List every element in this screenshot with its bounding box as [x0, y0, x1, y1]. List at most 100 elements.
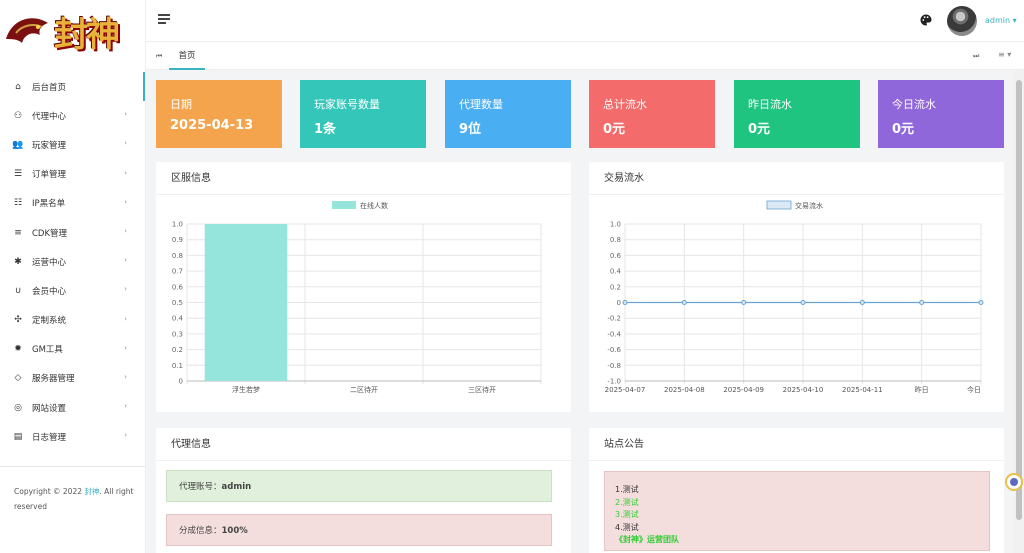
- order-list-icon: ☰: [13, 169, 23, 180]
- stat-label: 玩家账号数量: [314, 98, 380, 111]
- chevron-right-icon: ›: [124, 256, 127, 265]
- y-tick-label: 0.8: [172, 252, 183, 260]
- chevron-right-icon: ›: [124, 139, 127, 148]
- data-point: [919, 300, 925, 305]
- notice-line: 2.测试: [615, 497, 639, 507]
- x-tick-label: 2025-04-10: [783, 386, 824, 394]
- stat-label: 总计流水: [603, 98, 647, 111]
- chevron-right-icon: ›: [124, 343, 127, 352]
- stat-value: 0元: [603, 122, 626, 137]
- chevron-right-icon: ›: [124, 285, 127, 294]
- sidebar-item[interactable]: ∪ 会员中心 ›: [0, 276, 145, 305]
- y-tick-label: -1.0: [607, 378, 621, 386]
- y-tick-label: 0.3: [172, 330, 183, 338]
- stat-card: 总计流水 0元: [589, 80, 715, 148]
- stat-card: 今日流水 0元: [878, 80, 1004, 148]
- tab-menu-icon[interactable]: ≡ ▾: [998, 50, 1011, 59]
- y-tick-label: 0.4: [610, 268, 622, 276]
- sidebar-item[interactable]: ✱ 运营中心 ›: [0, 247, 145, 276]
- tab-next-icon[interactable]: ⏭: [973, 52, 979, 61]
- x-tick-label: 2025-04-07: [605, 386, 646, 394]
- stat-value: 9位: [459, 122, 482, 137]
- server-card-title: 区服信息: [156, 162, 571, 195]
- copyright: Copyright © 2022 封神. All right reserved: [14, 484, 139, 514]
- data-point: [800, 300, 806, 305]
- chevron-right-icon: ›: [124, 372, 127, 381]
- sidebar-item-label: 网站设置: [32, 403, 67, 414]
- chevron-right-icon: ›: [124, 226, 127, 235]
- y-tick-label: 0.8: [610, 236, 621, 244]
- blacklist-icon: ☷: [13, 198, 23, 209]
- scroll-thumb[interactable]: [1016, 80, 1022, 520]
- logo[interactable]: 封神: [0, 0, 145, 60]
- data-point: [978, 300, 984, 305]
- sidebar-item[interactable]: 👥 玩家管理 ›: [0, 130, 145, 159]
- comment-icon: ▤: [13, 431, 23, 442]
- sidebar-item-label: 后台首页: [32, 82, 67, 93]
- sidebar-item[interactable]: ✹ GM工具 ›: [0, 335, 145, 364]
- sidebar-item[interactable]: ◇ 服务器管理 ›: [0, 364, 145, 393]
- user-menu[interactable]: admin ▾: [985, 16, 1017, 25]
- sidebar: 封神 ⌂ 后台首页 ⚇ 代理中心 › 👥 玩家管理 › ☰ 订单管理 › ☷ IP黑名单 › ≡ CDK管理 ›…: [0, 0, 146, 553]
- y-tick-label: -0.4: [607, 330, 621, 338]
- copyright-brand-link[interactable]: 封神: [84, 487, 99, 496]
- y-tick-label: 0: [179, 378, 183, 386]
- stat-value: 0元: [748, 122, 771, 137]
- x-tick-label: 2025-04-09: [723, 386, 764, 394]
- chevron-right-icon: ›: [124, 110, 127, 119]
- sidebar-item[interactable]: ▤ 日志管理 ›: [0, 422, 145, 451]
- data-point: [681, 300, 687, 305]
- avatar[interactable]: [947, 6, 977, 36]
- globe-icon: ◎: [14, 402, 22, 413]
- notice-line: 3.测试: [615, 510, 639, 519]
- y-tick-label: 0.4: [172, 315, 184, 323]
- legend-label: 在线人数: [360, 201, 388, 210]
- sidebar-item[interactable]: ☰ 订单管理 ›: [0, 160, 145, 189]
- data-point: [859, 300, 865, 305]
- list-icon: ≡: [14, 227, 22, 238]
- copyright-prefix: Copyright © 2022: [14, 487, 85, 496]
- y-tick-label: 0.1: [172, 362, 183, 370]
- legend-label: 交易流水: [795, 201, 823, 210]
- x-tick-label: 昨日: [915, 385, 929, 394]
- sidebar-item[interactable]: ✣ 定制系统 ›: [0, 306, 145, 335]
- sidebar-nav: ⌂ 后台首页 ⚇ 代理中心 › 👥 玩家管理 › ☰ 订单管理 › ☷ IP黑名单 › ≡ CDK管理 › ✱ 运营…: [0, 72, 145, 451]
- sidebar-item[interactable]: ⌂ 后台首页: [0, 72, 145, 102]
- stat-value: 2025-04-13: [170, 118, 254, 133]
- users-outline-icon: ⚇: [13, 110, 23, 121]
- y-tick-label: -0.2: [607, 315, 621, 323]
- stat-card: 代理数量 9位: [445, 80, 571, 148]
- y-tick-label: 1.0: [172, 221, 183, 229]
- x-tick-label: 二区待开: [350, 385, 378, 394]
- x-tick-label: 2025-04-08: [664, 386, 705, 394]
- sidebar-item-label: CDK管理: [32, 228, 68, 239]
- sidebar-item[interactable]: ⚇ 代理中心 ›: [0, 101, 145, 130]
- menu-toggle-icon[interactable]: [158, 14, 170, 24]
- notice-card: 站点公告 1.测试 2.测试 3.测试 4.测试 《封神》运营团队: [589, 428, 1004, 553]
- tab-prev-icon[interactable]: ⏮: [156, 52, 162, 61]
- sidebar-item[interactable]: ◎ 网站设置 ›: [0, 393, 145, 422]
- chevron-right-icon: ›: [124, 197, 127, 206]
- agent-account-alert: 代理账号：admin: [166, 470, 552, 502]
- stat-label: 日期: [170, 98, 192, 111]
- chevron-right-icon: ›: [124, 402, 127, 411]
- sidebar-item[interactable]: ≡ CDK管理 ›: [0, 218, 145, 247]
- sidebar-item-label: 服务器管理: [32, 374, 75, 385]
- bug-icon: ✹: [14, 344, 22, 355]
- sidebar-item-label: 运营中心: [32, 257, 67, 268]
- x-tick-label: 浮生若梦: [232, 385, 260, 394]
- notice-box: 1.测试 2.测试 3.测试 4.测试 《封神》运营团队: [604, 471, 990, 551]
- y-tick-label: -0.6: [607, 346, 621, 354]
- stat-value: 0元: [892, 122, 915, 137]
- sidebar-item[interactable]: ☷ IP黑名单 ›: [0, 189, 145, 218]
- stat-label: 代理数量: [459, 98, 503, 111]
- y-tick-label: 0.2: [610, 283, 621, 291]
- notice-signature: 《封神》运营团队: [615, 535, 679, 544]
- puzzle-icon: ✣: [14, 315, 22, 326]
- palette-icon[interactable]: [920, 14, 932, 26]
- chevron-right-icon: ›: [124, 431, 127, 440]
- y-tick-label: 0.6: [610, 252, 622, 260]
- assistant-float-button[interactable]: [1005, 473, 1023, 491]
- tab-home[interactable]: 首页: [169, 42, 205, 70]
- topbar: admin ▾: [146, 0, 1024, 42]
